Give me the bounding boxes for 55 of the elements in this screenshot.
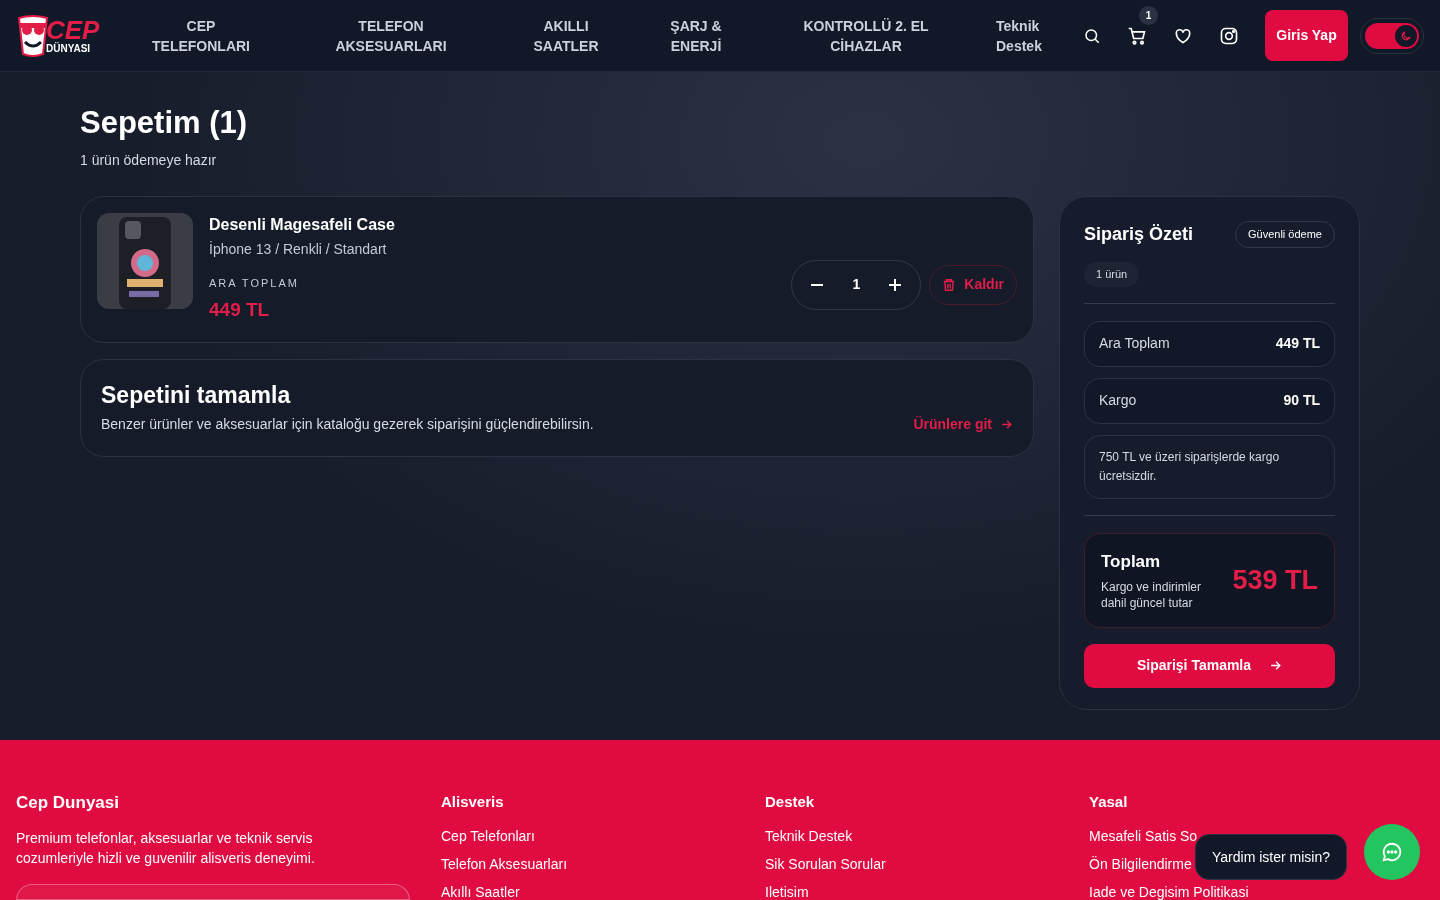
- products-link[interactable]: Ürünlere git: [913, 414, 1013, 435]
- nav-link[interactable]: CEP TELEFONLARI: [136, 15, 266, 56]
- summary-label: Ara Toplam: [1099, 334, 1170, 353]
- page-title: Sepetim (1): [80, 104, 249, 142]
- total-amount: 539 TL: [1232, 563, 1318, 597]
- footer-brand: Cep Dunyasi: [16, 792, 120, 814]
- item-count-badge: 1 ürün: [1084, 262, 1140, 287]
- total-hint: Kargo ve indirimler dahil güncel tutar: [1101, 578, 1203, 611]
- footer-about: Premium telefonlar, aksesuarlar ve teknik servis cozumleriyle hizli ve guvenilir alisveris deneyimi.: [16, 829, 316, 868]
- summary-title: Sipariş Özeti: [1084, 223, 1194, 246]
- section-text: Benzer ürünler ve aksesuarlar için kataloğu gezerek siparişini güçlendirebilirsin.: [101, 415, 594, 434]
- footer-link[interactable]: Sik Sorulan Sorular: [765, 854, 886, 874]
- chat-icon: [1381, 841, 1403, 863]
- total-label: Toplam: [1101, 551, 1162, 574]
- cart-count-badge: 1: [1139, 5, 1158, 25]
- footer-heading: Alisveris: [441, 792, 505, 812]
- login-button[interactable]: Giris Yap: [1265, 10, 1348, 61]
- logo-subtitle: DÜNYASI: [46, 42, 92, 55]
- product-price: 449 TL: [209, 297, 271, 322]
- footer-link[interactable]: Telefon Aksesuarları: [441, 854, 568, 874]
- footer-link[interactable]: Mesafeli Satis So: [1089, 826, 1198, 846]
- product-variant: İphone 13 / Renkli / Standart: [209, 240, 388, 259]
- search-icon[interactable]: [1083, 26, 1101, 45]
- summary-value: 90 TL: [1283, 391, 1320, 410]
- arrow-icon: [1000, 418, 1013, 431]
- shipping-note: 750 TL ve üzeri siparişlerde kargo ücretsizdir.: [1084, 434, 1335, 499]
- product-name[interactable]: Desenli Magesafeli Case: [209, 213, 395, 237]
- checkout-button[interactable]: Siparişi Tamamla: [1084, 643, 1335, 688]
- summary-value: 449 TL: [1275, 334, 1320, 353]
- instagram-icon[interactable]: [1219, 25, 1239, 46]
- nav-link[interactable]: KONTROLLÜ 2. EL CİHAZLAR: [776, 15, 956, 56]
- footer-link[interactable]: Iade ve Degisim Politikasi: [1089, 882, 1249, 900]
- footer-link[interactable]: Cep Telefonları: [441, 826, 535, 846]
- footer-link[interactable]: Teknik Destek: [765, 826, 853, 846]
- arrow-icon: [1269, 659, 1283, 672]
- subtotal-label: ARA TOPLAM: [209, 276, 300, 291]
- moon-icon: [1400, 29, 1412, 42]
- footer-heading: Yasal: [1089, 792, 1129, 812]
- trash-icon: [942, 277, 957, 292]
- quantity-value: 1: [852, 275, 861, 294]
- plus-icon[interactable]: [888, 277, 903, 292]
- nav-link[interactable]: ŞARJ & ENERJİ: [656, 15, 736, 56]
- logo-wordmark: CEP: [46, 16, 100, 43]
- nav-link[interactable]: TELEFON AKSESUARLARI: [306, 15, 476, 56]
- summary-label: Kargo: [1099, 391, 1137, 410]
- nav-link[interactable]: AKILLI SAATLER: [516, 15, 616, 56]
- footer-link[interactable]: Iletisim: [765, 882, 809, 900]
- footer-link[interactable]: Ön Bilgilendirme: [1089, 854, 1192, 874]
- page-subtitle: 1 ürün ödemeye hazır: [80, 151, 218, 170]
- section-title: Sepetini tamamla: [101, 381, 292, 410]
- nav-link[interactable]: Teknik Destek: [996, 15, 1076, 56]
- footer-link[interactable]: Akıllı Saatler: [441, 882, 520, 900]
- logo[interactable]: CEP DÜNYASI: [16, 12, 112, 59]
- footer-heading: Destek: [765, 792, 816, 812]
- cart-icon[interactable]: [1127, 25, 1147, 46]
